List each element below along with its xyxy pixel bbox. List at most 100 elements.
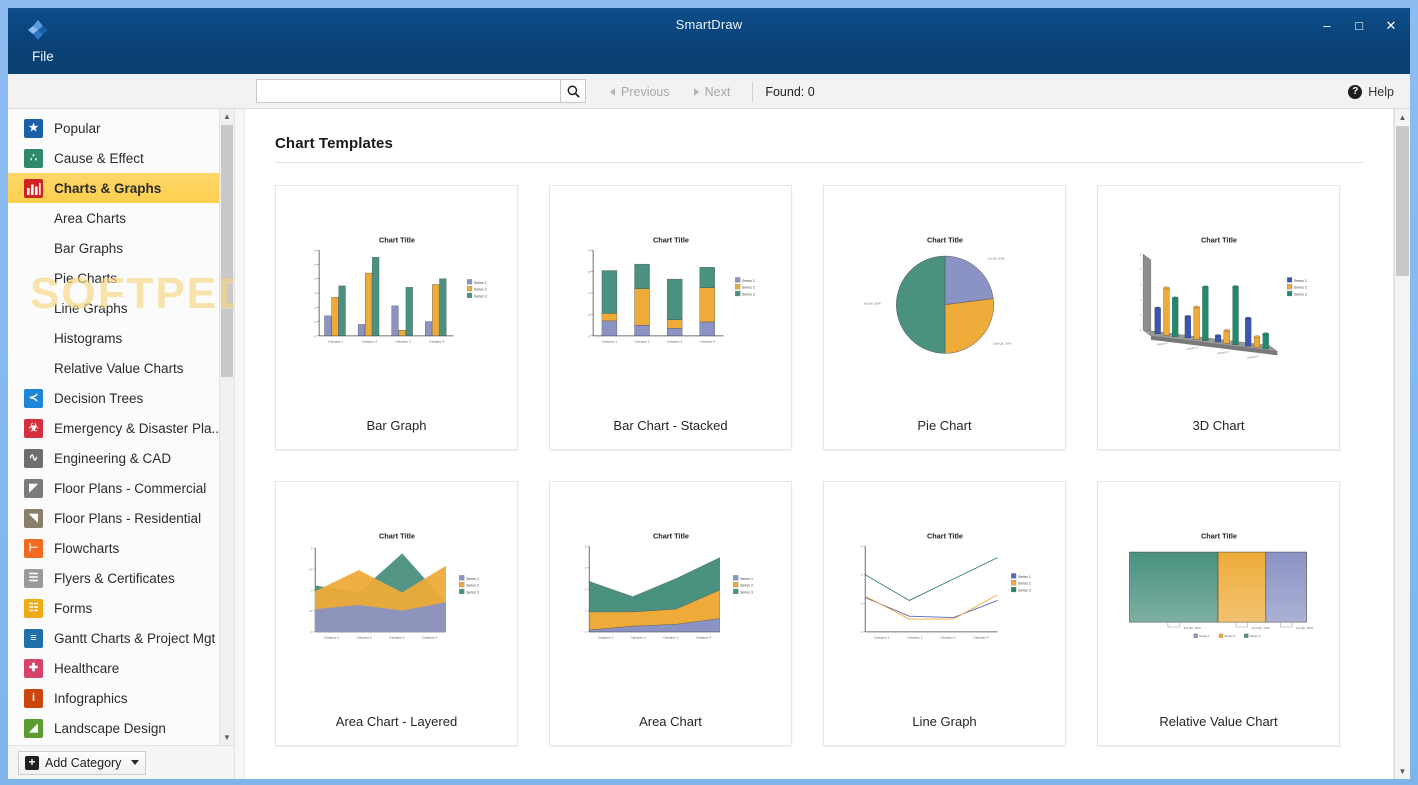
sidebar-item-gantt-charts-project-mgt[interactable]: ≡ Gantt Charts & Project Mgt xyxy=(8,623,234,653)
template-tile-line[interactable]: Chart Title Category 1 Category 2 Category … xyxy=(823,481,1066,746)
svg-text:Chart Title: Chart Title xyxy=(653,531,689,540)
search-icon[interactable] xyxy=(560,79,586,103)
content-scroll-thumb[interactable] xyxy=(1396,126,1409,276)
emergency-icon: ☣ xyxy=(24,418,43,438)
template-tile-bar-stacked[interactable]: Chart Title 0 2 4 6 8 Category 1 Category 2 Cate… xyxy=(549,185,792,450)
next-label: Next xyxy=(704,84,731,99)
sidebar-item-engineering-cad[interactable]: ∿ Engineering & CAD xyxy=(8,443,234,473)
sidebar-item-label: Decision Trees xyxy=(54,390,144,406)
sidebar-item-label: Bar Graphs xyxy=(54,240,124,256)
svg-text:6: 6 xyxy=(584,566,586,569)
content-scroll-up-button[interactable]: ▲ xyxy=(1395,109,1410,125)
svg-text:2: 2 xyxy=(860,602,862,605)
template-thumbnail: Chart Title 3rd Qtr, 50% 2nd Qtr, 27% 1s… xyxy=(1098,482,1339,697)
decision-tree-icon: ≺ xyxy=(24,388,43,408)
menu-file[interactable]: File xyxy=(32,49,54,64)
svg-text:4: 4 xyxy=(1139,269,1141,271)
sidebar-item-relative-value-charts[interactable]: Relative Value Charts xyxy=(8,353,234,383)
template-panel: Chart Templates Chart Title 0 1 2 3 4 5 6 Catego… xyxy=(244,109,1394,779)
form-icon: ☷ xyxy=(24,598,43,618)
svg-text:Series 2: Series 2 xyxy=(740,583,753,587)
svg-text:5: 5 xyxy=(1139,254,1141,256)
sidebar-item-label: Cause & Effect xyxy=(54,150,144,166)
previous-button[interactable]: Previous xyxy=(600,85,680,99)
svg-text:3: 3 xyxy=(310,589,312,592)
svg-text:1.5: 1.5 xyxy=(308,610,312,613)
add-category-label: Add Category xyxy=(45,755,122,770)
sidebar-scroll-area: ★ Popular ∴ Cause & Effect Charts & Graphs Ar… xyxy=(8,109,234,745)
svg-text:Series 1: Series 1 xyxy=(1018,574,1031,578)
chevron-left-icon xyxy=(610,87,615,96)
sidebar-item-label: Floor Plans - Commercial xyxy=(54,480,207,496)
template-tile-pie[interactable]: Chart Title 1st Qtr, 23% 2nd Qtr, 27% 3rd Q… xyxy=(823,185,1066,450)
svg-text:Chart Title: Chart Title xyxy=(379,531,415,540)
search-group xyxy=(256,79,586,103)
toolbar-divider xyxy=(752,81,754,102)
sidebar-item-flowcharts[interactable]: ⊢ Flowcharts xyxy=(8,533,234,563)
sidebar-item-floor-plans-residential[interactable]: ◥ Floor Plans - Residential xyxy=(8,503,234,533)
svg-text:6: 6 xyxy=(314,248,316,252)
search-input[interactable] xyxy=(256,79,560,103)
template-thumbnail: Chart Title 0 1 2 3 4 5 Category 1 Category 2 Cat… xyxy=(1098,186,1339,401)
content-scroll-down-button[interactable]: ▼ xyxy=(1395,763,1410,779)
sidebar-item-infographics[interactable]: i Infographics xyxy=(8,683,234,713)
template-tile-area-layered[interactable]: Chart Title Category 1 Category 2 Category … xyxy=(275,481,518,746)
sidebar-item-line-graphs[interactable]: Line Graphs xyxy=(8,293,234,323)
svg-text:Series 3: Series 3 xyxy=(473,294,486,298)
maximize-button[interactable]: □ xyxy=(1350,16,1368,34)
svg-text:Category 1: Category 1 xyxy=(601,339,616,343)
template-tile-chart-3d[interactable]: Chart Title 0 1 2 3 4 5 Category 1 Category 2 Cat… xyxy=(1097,185,1340,450)
svg-text:Category 3: Category 3 xyxy=(667,339,682,343)
chevron-down-icon[interactable] xyxy=(131,760,140,765)
svg-text:Series 2: Series 2 xyxy=(742,285,755,289)
sidebar-item-histograms[interactable]: Histograms xyxy=(8,323,234,353)
sidebar-item-pie-charts[interactable]: Pie Charts xyxy=(8,263,234,293)
minimize-button[interactable]: – xyxy=(1318,16,1336,34)
sidebar-scroll-up-button[interactable]: ▲ xyxy=(220,109,234,124)
svg-text:2: 2 xyxy=(584,609,586,612)
next-button[interactable]: Next xyxy=(684,85,741,99)
template-tile-label: Area Chart xyxy=(639,713,702,729)
template-tile-label: Bar Chart - Stacked xyxy=(613,417,728,433)
svg-text:Chart Title: Chart Title xyxy=(1201,531,1237,540)
sidebar-item-decision-trees[interactable]: ≺ Decision Trees xyxy=(8,383,234,413)
svg-text:Series 3: Series 3 xyxy=(740,590,753,594)
template-thumbnail: Chart Title 1st Qtr, 23% 2nd Qtr, 27% 3rd Q… xyxy=(824,186,1065,401)
sidebar-item-cause-effect[interactable]: ∴ Cause & Effect xyxy=(8,143,234,173)
sidebar-item-charts-graphs[interactable]: Charts & Graphs xyxy=(8,173,234,203)
svg-text:Category 3: Category 3 xyxy=(663,635,678,639)
sidebar-scroll-thumb[interactable] xyxy=(221,125,233,377)
content-scrollbar[interactable]: ▲ ▼ xyxy=(1394,109,1410,779)
sidebar-scroll-down-button[interactable]: ▼ xyxy=(220,730,234,745)
help-button[interactable]: ? Help xyxy=(1348,74,1394,109)
template-tile-relative-value[interactable]: Chart Title 3rd Qtr, 50% 2nd Qtr, 27% 1s… xyxy=(1097,481,1340,746)
sidebar-item-floor-plans-commercial[interactable]: ◤ Floor Plans - Commercial xyxy=(8,473,234,503)
smartdraw-window: SmartDraw – □ ✕ File Previous Next Found… xyxy=(8,8,1410,779)
window-controls: – □ ✕ xyxy=(1318,16,1400,34)
add-category-button[interactable]: + Add Category xyxy=(18,750,147,775)
sidebar-item-area-charts[interactable]: Area Charts xyxy=(8,203,234,233)
svg-text:0: 0 xyxy=(584,631,586,634)
sidebar-item-forms[interactable]: ☷ Forms xyxy=(8,593,234,623)
sidebar-item-flyers-certificates[interactable]: ☰ Flyers & Certificates xyxy=(8,563,234,593)
svg-text:4: 4 xyxy=(314,277,316,281)
template-tile-label: Relative Value Chart xyxy=(1159,713,1278,729)
template-tile-area-stacked[interactable]: Chart Title Category 1 Category 2 Category … xyxy=(549,481,792,746)
sidebar-item-emergency-disaster-pla[interactable]: ☣ Emergency & Disaster Pla... xyxy=(8,413,234,443)
sidebar-item-healthcare[interactable]: ✚ Healthcare xyxy=(8,653,234,683)
sidebar-scrollbar[interactable]: ▲ ▼ xyxy=(219,109,234,745)
template-tile-label: Area Chart - Layered xyxy=(335,713,458,729)
template-tile-bar-graph[interactable]: Chart Title 0 1 2 3 4 5 6 Category 1 Category 2 Ca… xyxy=(275,185,518,450)
sidebar-item-popular[interactable]: ★ Popular xyxy=(8,113,234,143)
sidebar-item-label: Floor Plans - Residential xyxy=(54,510,202,526)
sidebar-item-landscape-design[interactable]: ◢ Landscape Design xyxy=(8,713,234,743)
sidebar-item-label: Healthcare xyxy=(54,660,120,676)
svg-text:1st Qtr, 23%: 1st Qtr, 23% xyxy=(987,256,1004,260)
svg-text:1st Qtr, 23%: 1st Qtr, 23% xyxy=(1295,625,1312,629)
template-tile-label: Pie Chart xyxy=(917,417,972,433)
close-button[interactable]: ✕ xyxy=(1382,16,1400,34)
window-body: ★ Popular ∴ Cause & Effect Charts & Graphs Ar… xyxy=(8,109,1410,779)
plus-icon: + xyxy=(25,755,39,770)
sidebar-item-bar-graphs[interactable]: Bar Graphs xyxy=(8,233,234,263)
landscape-icon: ◢ xyxy=(24,718,43,738)
